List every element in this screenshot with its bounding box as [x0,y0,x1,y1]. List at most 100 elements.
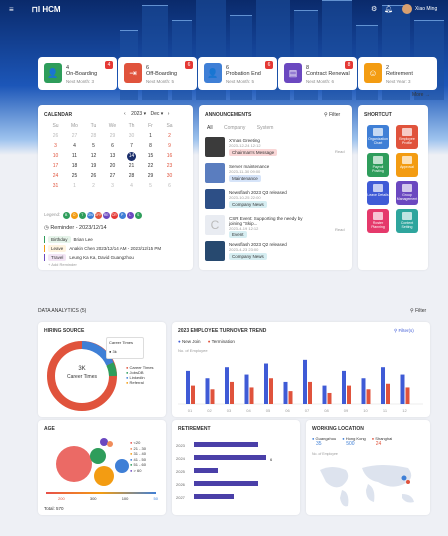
stat-card[interactable]: ▤ 8 8 Contract Renewal Next Month: 6 [278,57,357,90]
calendar-day[interactable]: 25 [65,171,84,181]
turnover-bar[interactable] [400,374,405,404]
calendar-day[interactable]: 13 [103,151,122,161]
shortcut-item[interactable]: Group Management [396,181,418,205]
tab-system[interactable]: System [257,125,274,131]
shortcut-item[interactable]: Payroll Posting [367,153,389,177]
retirement-bar[interactable] [194,468,218,473]
calendar-day[interactable]: 27 [103,171,122,181]
turnover-bar[interactable] [205,378,210,404]
calendar-day[interactable]: 5 [84,141,103,151]
calendar-day[interactable]: 12 [84,151,103,161]
calendar-day[interactable]: 21 [122,161,141,171]
shortcut-item[interactable]: Approval [396,153,418,177]
turnover-bar[interactable] [230,381,234,404]
calendar-day[interactable]: 29 [141,171,160,181]
turnover-bar[interactable] [381,367,385,404]
calendar-day[interactable]: 5 [141,181,160,191]
calendar-day[interactable]: 15 [141,151,160,161]
calendar-day[interactable]: 2 [160,131,179,141]
tab-all[interactable]: All [207,125,213,131]
calendar-day[interactable]: 4 [65,141,84,151]
turnover-bar[interactable] [249,387,254,404]
calendar-day[interactable]: 4 [122,181,141,191]
add-reminder-link[interactable]: + Add Reminder [48,262,77,267]
announcement-item[interactable]: Newsflash 2023 Q3 released 2023-10-25 22:… [205,189,360,213]
calendar-day[interactable]: 28 [122,171,141,181]
calendar-day[interactable]: 2 [84,181,103,191]
calendar-day[interactable]: 27 [65,131,84,141]
prev-month-icon[interactable]: ‹ [124,111,126,117]
turnover-bar[interactable] [191,385,195,404]
calendar-day[interactable]: 24 [46,171,65,181]
bell-icon[interactable]: 🔔︎ [384,5,393,13]
turnover-bar[interactable] [342,370,346,404]
more-link[interactable]: More → [412,92,430,98]
turnover-bar[interactable] [386,383,390,404]
calendar-day[interactable]: 22 [141,161,160,171]
calendar-day[interactable]: 26 [46,131,65,141]
turnover-bar[interactable] [327,392,332,404]
calendar-day[interactable]: 31 [46,181,65,191]
turnover-bar[interactable] [283,381,288,404]
turnover-filter-button[interactable]: ⚲ Filter(s) [394,328,414,334]
calendar-day[interactable]: 11 [65,151,84,161]
shortcut-item[interactable]: Organization Chart [367,125,389,149]
turnover-bar[interactable] [244,374,249,404]
calendar-day[interactable]: 1 [141,131,160,141]
year-select[interactable]: 2023 [131,111,142,117]
turnover-bar[interactable] [225,367,229,404]
calendar-day[interactable]: 20 [103,161,122,171]
announcement-item[interactable]: Newsflash 2023 Q2 released 2023-4-23 23:0… [205,241,360,265]
turnover-bar[interactable] [347,385,351,404]
shortcut-item[interactable]: Employee Profile [396,125,418,149]
turnover-bar[interactable] [361,378,366,404]
calendar-day[interactable]: 30 [122,131,141,141]
calendar-day[interactable]: 28 [84,131,103,141]
calendar-day[interactable]: 23 [160,161,179,171]
calendar-day[interactable]: 8 [141,141,160,151]
calendar-day[interactable]: 26 [84,171,103,181]
menu-icon[interactable]: ≡ [9,5,14,14]
calendar-day[interactable]: 18 [65,161,84,171]
retirement-bar[interactable] [194,494,234,499]
turnover-bar[interactable] [186,370,190,404]
calendar-day[interactable]: 16 [160,151,179,161]
turnover-bar[interactable] [405,387,410,404]
turnover-bar[interactable] [288,391,293,404]
turnover-bar[interactable] [264,363,268,404]
turnover-bar[interactable] [269,378,273,404]
stat-card[interactable]: ⇥ 6 6 Off-Boarding Next Month: 5 [118,57,197,90]
announcement-item[interactable]: C CSR Event: Supporting the needy by join… [205,215,360,239]
turnover-bar[interactable] [303,359,307,404]
avatar[interactable] [402,4,412,14]
stat-card[interactable]: 👤 6 6 Probation End Next Month: 5 [198,57,277,90]
tab-company[interactable]: Company [224,125,245,131]
stat-card[interactable]: 👤 4 4 On-Boarding Next Month: 3 [38,57,117,90]
reminder-item[interactable]: Leave Anakin Chen 2023/12/14 AM - 2023/12… [44,245,189,252]
reminder-item[interactable]: Travel Leung Ka Ka, David Guangzhou [44,254,189,261]
calendar-day[interactable]: 1 [65,181,84,191]
calendar-day[interactable]: 19 [84,161,103,171]
calendar-day[interactable]: 17 [46,161,65,171]
month-select[interactable]: Dec [150,111,159,117]
announcement-item[interactable]: X'mas Greeting 2023-12-24 12:12 Chairman's… [205,137,360,161]
stat-card[interactable]: ☺ 2 Retirement Next Year: 3 [358,57,437,90]
retirement-bar[interactable] [194,481,258,486]
retirement-bar[interactable] [194,442,258,447]
shortcut-item[interactable]: Roster Planning [367,209,389,233]
announcements-filter-button[interactable]: ⚲ Filter [324,112,340,118]
retirement-bar[interactable] [194,455,266,460]
calendar-day[interactable]: 6 [103,141,122,151]
shortcut-item[interactable]: Content Setting [396,209,418,233]
calendar-day[interactable]: 29 [103,131,122,141]
turnover-bar[interactable] [322,385,327,404]
turnover-bar[interactable] [366,389,371,404]
calendar-day[interactable]: 10 [46,151,65,161]
user-name[interactable]: Xiao Ming [415,6,437,12]
shortcut-item[interactable]: Leave Details [367,181,389,205]
next-month-icon[interactable]: › [168,111,170,117]
calendar-day[interactable]: 30 [160,171,179,181]
announcement-item[interactable]: Server maintenance 2023-11-30 09:00 Mainte… [205,163,360,187]
analytics-filter-button[interactable]: ⚲ Filter [410,308,426,314]
turnover-bar[interactable] [210,389,215,404]
